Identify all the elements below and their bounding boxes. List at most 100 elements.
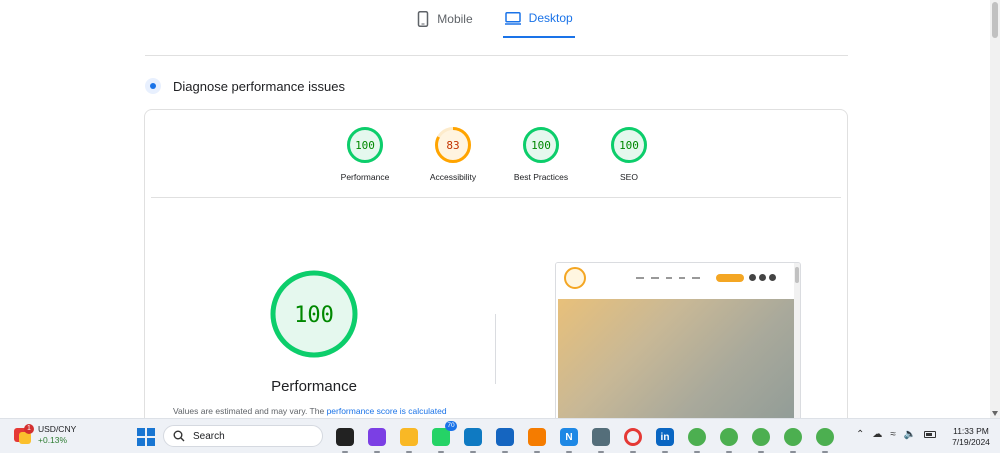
cloud-icon[interactable]: ☁ xyxy=(872,429,882,440)
edge-app[interactable] xyxy=(461,425,485,453)
gauge-ring: 100 xyxy=(347,127,383,163)
clock-time: 11:33 PM xyxy=(953,426,989,436)
site-hero xyxy=(558,299,794,431)
gauge-seo[interactable]: 100 SEO xyxy=(585,126,673,182)
scrolled-content-remnant xyxy=(145,37,845,43)
final-screenshot[interactable] xyxy=(555,262,801,432)
gauge-performance[interactable]: 100 Performance xyxy=(321,126,409,182)
speaker-icon[interactable]: 🔈 xyxy=(904,429,916,440)
chrome-icon xyxy=(720,428,738,446)
disclaimer-text: Values are estimated and may vary. The p… xyxy=(173,406,447,416)
lab-data-icon xyxy=(145,78,161,94)
gauge-score: 100 xyxy=(531,139,551,152)
gauge-label: SEO xyxy=(620,172,638,182)
divider xyxy=(151,197,841,198)
battery-icon[interactable] xyxy=(924,431,937,438)
score-calculator-link[interactable]: performance score is calculated xyxy=(327,406,447,416)
site-social-icon xyxy=(759,274,766,281)
folder-icon xyxy=(400,428,418,446)
ticker-badge: 1 xyxy=(24,424,34,434)
lighthouse-report-card: 100 Performance 83 Accessibility 100 Bes… xyxy=(144,109,848,439)
main-gauge-score: 100 xyxy=(294,303,334,328)
pinned-apps: 70 Nin xyxy=(333,421,837,453)
gauge-label: Accessibility xyxy=(429,172,477,182)
gauge-label: Performance xyxy=(340,172,390,182)
chrome-icon xyxy=(752,428,770,446)
gauge-score: 100 xyxy=(355,139,375,152)
scrollbar-thumb[interactable] xyxy=(992,2,998,38)
windows-taskbar: 1 USD/CNY +0.13% Search 70 Nin ⌃ ☁ ≈ 🔈 11… xyxy=(0,418,1000,453)
page-scrollbar[interactable] xyxy=(990,0,1000,418)
windows-start-icon[interactable] xyxy=(137,428,155,446)
edge-icon xyxy=(464,428,482,446)
terminal-icon xyxy=(336,428,354,446)
chrome-icon xyxy=(784,428,802,446)
taskbar-search[interactable]: Search xyxy=(163,425,323,447)
gauge-ring: 83 xyxy=(435,127,471,163)
chat-app[interactable] xyxy=(365,425,389,453)
site-nav xyxy=(636,277,700,279)
ticker-change: +0.13% xyxy=(38,435,68,445)
vlc-icon xyxy=(528,428,546,446)
ticker-symbol: USD/CNY xyxy=(38,424,77,434)
n-icon: N xyxy=(560,428,578,446)
chrome-icon xyxy=(816,428,834,446)
chrome-app-1[interactable] xyxy=(685,425,709,453)
screenshot-header xyxy=(556,263,794,298)
diagnose-title: Diagnose performance issues xyxy=(173,78,345,94)
disclaimer-prefix: Values are estimated and may vary. The xyxy=(173,406,327,416)
site-social-icon xyxy=(769,274,776,281)
gauge-label: Best Practices xyxy=(513,172,569,182)
file-explorer-app[interactable] xyxy=(397,425,421,453)
divider xyxy=(495,314,496,384)
gauge-score: 100 xyxy=(619,139,639,152)
screenshot-scrollbar xyxy=(794,263,800,431)
gauge-accessibility[interactable]: 83 Accessibility xyxy=(409,126,497,182)
linkedin-app[interactable]: in xyxy=(653,425,677,453)
window-icon xyxy=(592,428,610,446)
chat-icon xyxy=(368,428,386,446)
chrome-app-3[interactable] xyxy=(749,425,773,453)
system-tray: ⌃ ☁ ≈ 🔈 xyxy=(856,429,937,440)
window-app[interactable] xyxy=(589,425,613,453)
linkedin-icon: in xyxy=(656,428,674,446)
chrome-app-5[interactable] xyxy=(813,425,837,453)
store-icon xyxy=(496,428,514,446)
pagespeed-report-page: Mobile Desktop Diagnose performance issu… xyxy=(0,0,1000,453)
tab-mobile-label: Mobile xyxy=(437,12,473,26)
tab-mobile[interactable]: Mobile xyxy=(415,0,474,38)
tab-desktop[interactable]: Desktop xyxy=(502,0,575,38)
scroll-down-arrow-icon[interactable] xyxy=(992,411,998,416)
gauge-score: 83 xyxy=(446,139,459,152)
site-logo xyxy=(564,267,586,289)
vlc-app[interactable] xyxy=(525,425,549,453)
ticker-icon: 1 xyxy=(14,424,34,444)
phone-icon xyxy=(418,11,429,27)
whatsapp-app[interactable]: 70 xyxy=(429,421,457,453)
monitor-icon xyxy=(504,11,521,25)
search-icon xyxy=(173,430,185,442)
wifi-icon[interactable]: ≈ xyxy=(890,429,896,440)
notification-badge: 70 xyxy=(445,421,457,431)
gauge-best-practices[interactable]: 100 Best Practices xyxy=(497,126,585,182)
store-app[interactable] xyxy=(493,425,517,453)
taskbar-clock[interactable]: 11:33 PM 7/19/2024 xyxy=(946,426,996,448)
site-cta xyxy=(716,274,744,282)
chrome-icon xyxy=(688,428,706,446)
gauge-ring: 100 xyxy=(523,127,559,163)
opera-icon xyxy=(624,428,642,446)
site-social-icon xyxy=(749,274,756,281)
chrome-app-2[interactable] xyxy=(717,425,741,453)
gauge-ring: 100 xyxy=(611,127,647,163)
main-gauge-label: Performance xyxy=(271,378,357,395)
chrome-app-4[interactable] xyxy=(781,425,805,453)
notion-app[interactable]: N xyxy=(557,425,581,453)
opera-app[interactable] xyxy=(621,425,645,453)
divider xyxy=(145,55,848,56)
main-performance-gauge: 100 xyxy=(270,270,358,358)
ticker-widget[interactable]: 1 USD/CNY +0.13% xyxy=(14,424,76,446)
tab-desktop-label: Desktop xyxy=(528,11,573,25)
file-manager-app[interactable] xyxy=(333,425,357,453)
chevron-up-icon[interactable]: ⌃ xyxy=(856,429,864,440)
clock-date: 7/19/2024 xyxy=(952,437,990,447)
